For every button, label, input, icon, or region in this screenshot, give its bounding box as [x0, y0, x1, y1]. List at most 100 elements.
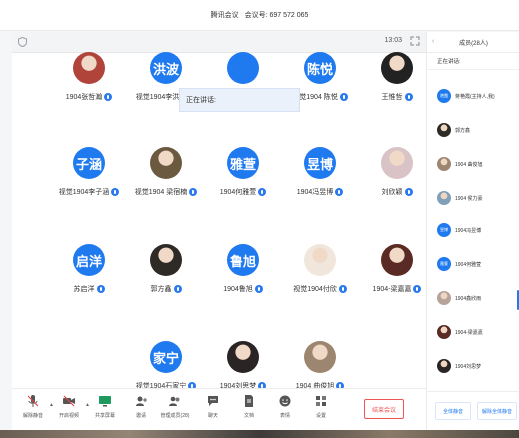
start-video-label: 开启视频 [58, 413, 79, 419]
chat-button[interactable]: 聊天 [198, 394, 228, 419]
member-name: 1904 侯力豪 [455, 195, 483, 202]
participant-name-row: 王惟哲 [347, 92, 426, 102]
share-screen-label: 共享屏幕 [94, 413, 115, 419]
background-photo-strip [0, 430, 519, 438]
manage-members-button[interactable]: 管理成员(28) [160, 394, 190, 419]
video-off-icon [54, 394, 84, 408]
avatar-initials: 启洋 [73, 244, 105, 276]
avatar-initials: 家宁 [150, 341, 182, 373]
member-avatar-photo [437, 191, 451, 205]
meeting-window: 腾讯会议 会议号: 697 572 065 13:03 正在讲话: 1904张哲… [0, 0, 519, 438]
chat-icon [198, 394, 228, 408]
docs-button[interactable]: 文档 [234, 394, 264, 419]
mic-icon [258, 188, 267, 196]
member-list-item[interactable]: 1904鑫欣雨 [437, 290, 481, 306]
settings-button[interactable]: 设置 [306, 394, 336, 419]
participant-name: 1904-梁嘉嘉 [372, 286, 412, 293]
settings-label: 设置 [315, 413, 326, 419]
participant-name: 1904冯昱博 [296, 189, 334, 196]
participant-name: 1904何雅萱 [219, 189, 257, 196]
docs-label: 文档 [243, 413, 254, 419]
meeting-clock: 13:03 [384, 37, 402, 44]
member-list-item[interactable]: 郭方鑫 [437, 122, 470, 138]
start-video-button[interactable]: 开启视频 [54, 394, 84, 419]
grid-top-bar: 13:03 [12, 32, 426, 53]
member-name: 1904刘思梦 [455, 363, 482, 370]
document-icon [234, 394, 264, 408]
member-name: 1904何雅萱 [455, 261, 482, 268]
member-name: 1904鑫欣雨 [455, 295, 482, 302]
participant-name: 视觉1904李子涵 [58, 189, 110, 196]
mic-icon [96, 285, 105, 293]
member-list-item[interactable]: 雅萱 1904何雅萱 [437, 256, 481, 272]
share-screen-button[interactable]: 共享屏幕 [90, 394, 120, 419]
participant-tile[interactable]: 1904 曲俊旭 [270, 341, 370, 388]
emoji-icon [270, 394, 300, 408]
app-title: 腾讯会议 [210, 12, 239, 19]
speaking-indicator: 正在讲话: [179, 88, 300, 112]
mic-icon [173, 285, 182, 293]
mic-icon [338, 285, 347, 293]
member-name: 1904冯昱博 [455, 227, 482, 234]
participant-tile[interactable]: 刘欣颖 [347, 147, 426, 227]
member-list-item[interactable]: 1904-梁嘉嘉 [437, 324, 483, 340]
member-list-item[interactable]: 1904刘思梦 [437, 358, 481, 374]
mic-options-caret[interactable]: ▲ [49, 402, 54, 408]
participant-name: 1904鲁旭 [223, 286, 253, 293]
participant-name-row: 刘欣颖 [347, 187, 426, 197]
member-avatar-photo [437, 291, 451, 305]
emoji-button[interactable]: 表情 [270, 394, 300, 419]
member-list-item[interactable]: 1904 曲俊旭 [437, 156, 483, 172]
avatar-photo [304, 341, 336, 373]
manage-members-label: 管理成员(28) [160, 413, 190, 419]
fullscreen-icon[interactable] [410, 36, 420, 46]
unmute-button[interactable]: 解除静音 [18, 394, 48, 419]
member-list-item[interactable]: 1904 侯力豪 [437, 190, 483, 206]
mute-all-button[interactable]: 全体静音 [435, 402, 471, 420]
avatar-initials: 昱博 [304, 147, 336, 179]
chevron-left-icon[interactable]: ‹ [432, 38, 434, 45]
participant-name-row: 1904 曲俊旭 [270, 381, 370, 388]
video-options-caret[interactable]: ▲ [85, 402, 90, 408]
shield-icon[interactable] [18, 36, 27, 48]
chat-label: 聊天 [207, 413, 218, 419]
members-footer: 全体静音 解除全体静音 [427, 391, 519, 430]
mic-icon [254, 285, 263, 293]
unmute-label: 解除静音 [22, 413, 43, 419]
members-icon [160, 394, 190, 408]
participant-name: 刘欣颖 [381, 189, 403, 196]
emoji-label: 表情 [279, 413, 290, 419]
mic-icon [404, 93, 413, 101]
member-avatar-photo [437, 359, 451, 373]
member-list-item[interactable]: 艳霞 蒋艳霞(主持人,我) [437, 88, 495, 104]
member-avatar-initials: 昱博 [437, 223, 451, 237]
panel-speaking-label: 正在讲话: [427, 53, 519, 70]
screen-share-icon [90, 394, 120, 408]
unmute-all-button[interactable]: 解除全体静音 [477, 402, 517, 420]
meeting-id: 会议号: 697 572 065 [244, 12, 309, 19]
member-avatar-initials: 雅萱 [437, 257, 451, 271]
member-name: 蒋艳霞(主持人,我) [455, 93, 495, 100]
avatar-photo [227, 341, 259, 373]
avatar-photo [150, 147, 182, 179]
invite-label: 邀请 [135, 413, 146, 419]
members-title: 成员(28人) [459, 40, 488, 47]
participant-name: 视觉1904石家宁 [135, 383, 187, 388]
avatar-initials: 子涵 [73, 147, 105, 179]
avatar-photo [73, 52, 105, 84]
members-header: ‹ 成员(28人) [427, 32, 519, 53]
avatar-photo [381, 52, 413, 84]
settings-icon [306, 394, 336, 408]
member-list-item[interactable]: 昱博 1904冯昱博 [437, 222, 481, 238]
participant-tile[interactable]: 王惟哲 [347, 52, 426, 132]
invite-button[interactable]: 邀请 [126, 394, 156, 419]
avatar-photo [304, 244, 336, 276]
avatar-initials: 陈悦 [304, 52, 336, 84]
avatar-initials: 雅萱 [227, 147, 259, 179]
mic-off-icon [18, 394, 48, 408]
participant-name: 郭方鑫 [150, 286, 172, 293]
participant-tile[interactable]: 1904-梁嘉嘉 [347, 244, 426, 324]
mic-icon [104, 93, 113, 101]
member-avatar-photo [437, 123, 451, 137]
end-meeting-button[interactable]: 结束会议 [364, 399, 404, 419]
